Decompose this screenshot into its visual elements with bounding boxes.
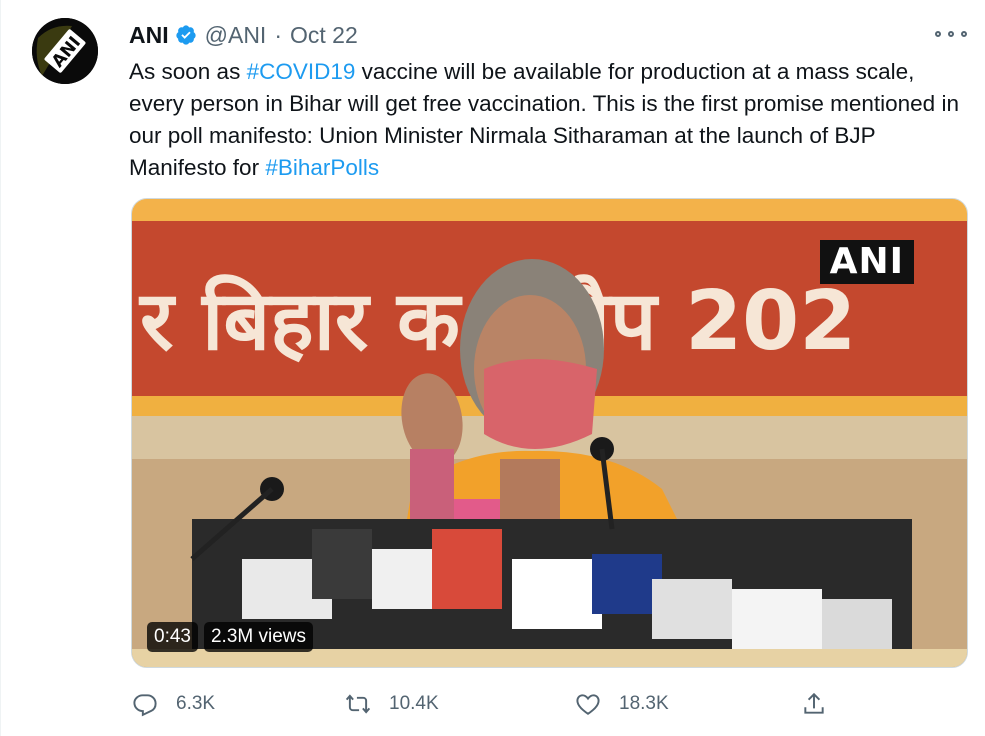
separator-dot: · — [274, 21, 282, 48]
more-dot — [948, 31, 954, 37]
video-views: 2.3M views — [203, 622, 314, 652]
more-dot — [935, 31, 941, 37]
like-count: 18.3K — [619, 693, 669, 714]
reply-icon — [133, 694, 157, 717]
tweet-header: ANI @ANI · Oct 22 — [129, 20, 358, 50]
retweet-count: 10.4K — [389, 693, 439, 714]
retweet-button[interactable]: 10.4K — [345, 691, 439, 717]
more-options-icon[interactable] — [935, 24, 967, 44]
ani-watermark: ANI — [819, 240, 914, 284]
tweet-card[interactable]: ANI ANI @ANI · Oct 22 As soon as #COVID1… — [0, 0, 985, 736]
like-button[interactable]: 18.3K — [575, 691, 669, 717]
verified-badge-icon — [175, 25, 196, 45]
author-handle[interactable]: @ANI — [205, 22, 267, 49]
ani-logo-icon: ANI — [32, 18, 98, 84]
reply-button[interactable]: 6.3K — [132, 691, 215, 717]
share-icon — [804, 692, 824, 714]
hashtag-biharpolls[interactable]: #BiharPolls — [265, 155, 379, 180]
video-player[interactable]: र बिहार क ड मैप 202 — [131, 198, 968, 668]
author-name[interactable]: ANI — [129, 22, 169, 49]
video-info: 0:43 2.3M views — [147, 622, 314, 652]
like-icon — [576, 694, 600, 715]
avatar[interactable]: ANI — [32, 18, 98, 84]
share-button[interactable] — [801, 691, 845, 717]
reply-count: 6.3K — [176, 693, 216, 714]
video-duration: 0:43 — [147, 622, 198, 652]
tweet-text: As soon as #COVID19 vaccine will be avai… — [129, 56, 969, 184]
tweet-date[interactable]: Oct 22 — [290, 22, 358, 49]
retweet-icon — [345, 694, 371, 714]
tweet-text-part1: As soon as — [129, 59, 247, 84]
hashtag-covid19[interactable]: #COVID19 — [247, 59, 356, 84]
more-dot — [961, 31, 967, 37]
action-bar: 6.3K 10.4K 18.3K — [129, 684, 849, 724]
